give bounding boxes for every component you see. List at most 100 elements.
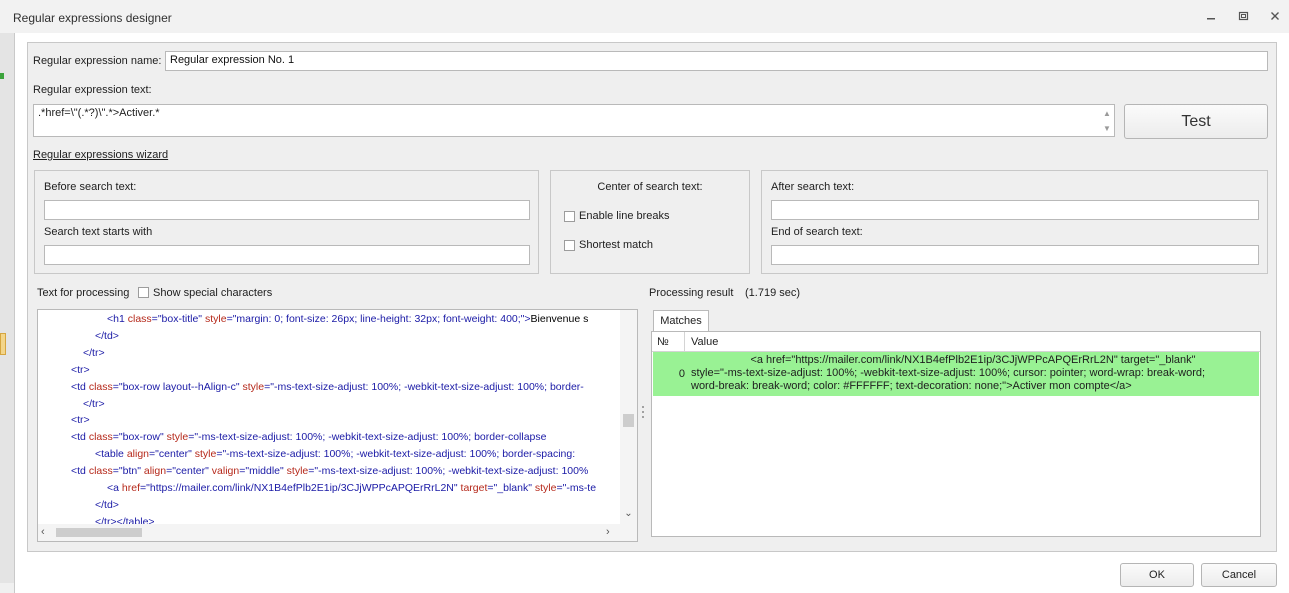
minimize-icon[interactable] — [1200, 8, 1222, 26]
code-token: </tr> — [83, 397, 105, 410]
starts-with-label: Search text starts with — [44, 226, 153, 238]
code-token: "box-title" — [157, 313, 203, 325]
code-token: Bienvenue s — [530, 313, 589, 325]
column-no-header[interactable]: № — [657, 336, 669, 348]
code-token: "-ms-text-size-adjust: 100%; -webkit-tex… — [314, 465, 589, 478]
table-row[interactable]: 0 <a href="https://mailer.com/link/NX1B4… — [653, 352, 1259, 396]
code-token: class — [88, 431, 113, 444]
processing-result-label: Processing result — [649, 287, 734, 299]
code-token: "-ms-text-size-adjust: 100%; -webkit-tex… — [222, 448, 576, 461]
matches-grid: № Value 0 <a href="https://mailer.com/li… — [651, 331, 1261, 537]
code-token: valign — [211, 465, 240, 478]
code-token: style — [242, 380, 265, 393]
code-line: </td> — [95, 330, 119, 342]
code-token: <tr> — [71, 363, 90, 376]
code-line: <tr> — [71, 414, 90, 426]
close-icon[interactable] — [1264, 8, 1286, 26]
maximize-icon[interactable] — [1232, 8, 1254, 26]
code-token: style — [194, 448, 217, 461]
code-token: </tr></table> — [95, 515, 155, 524]
after-search-input[interactable] — [771, 200, 1259, 220]
code-token: <tr> — [71, 414, 90, 427]
code-token: style — [286, 465, 309, 478]
column-value-header[interactable]: Value — [691, 336, 718, 348]
code-line: <a href="https://mailer.com/link/NX1B4ef… — [107, 482, 596, 494]
code-line: </tr> — [83, 398, 105, 410]
scroll-right-icon[interactable]: › — [606, 526, 616, 538]
match-value-line: word-break: break-word; color: #FFFFFF; … — [691, 380, 1132, 392]
shortest-match-checkbox[interactable] — [564, 240, 575, 251]
code-line: </td> — [95, 499, 119, 511]
code-token: "center" — [172, 465, 209, 478]
code-token: "margin: 0; font-size: 26px; line-height… — [232, 313, 525, 325]
grid-header: № Value — [652, 332, 1260, 352]
window-title: Regular expressions designer — [13, 11, 172, 25]
starts-with-input[interactable] — [44, 245, 530, 265]
match-value-line: style="-ms-text-size-adjust: 100%; -webk… — [691, 367, 1206, 379]
tab-matches[interactable]: Matches — [653, 310, 709, 332]
center-search-label: Center of search text: — [597, 181, 703, 193]
test-button[interactable]: Test — [1124, 104, 1268, 139]
cancel-button[interactable]: Cancel — [1201, 563, 1277, 587]
code-line: <tr> — [71, 364, 90, 376]
before-search-input[interactable] — [44, 200, 530, 220]
code-token: <a — [107, 482, 122, 494]
regex-name-input[interactable]: Regular expression No. 1 — [165, 51, 1268, 71]
ok-button[interactable]: OK — [1120, 563, 1194, 587]
code-token: <td — [71, 431, 89, 444]
code-line: <td class="box-row layout--hAlign-c" sty… — [71, 381, 584, 393]
code-token: target — [460, 482, 488, 494]
scroll-up-icon[interactable]: ▲ — [1100, 106, 1114, 121]
code-token: style — [166, 431, 189, 444]
match-number: 0 — [678, 368, 685, 380]
code-token: </td> — [95, 329, 119, 342]
code-line: </tr></table> — [95, 516, 155, 524]
code-line: </tr> — [83, 347, 105, 359]
code-token: class — [88, 465, 113, 478]
code-line: <table align="center" style="-ms-text-si… — [95, 448, 575, 460]
before-group: Before search text: Search text starts w… — [34, 170, 539, 274]
special-chars-checkbox[interactable] — [138, 287, 149, 298]
code-token: <td — [71, 380, 89, 393]
background-indicator — [0, 73, 4, 79]
code-token: align — [143, 465, 167, 478]
background-indicator — [0, 333, 6, 355]
code-token: "middle" — [245, 465, 284, 478]
code-token: "_blank" — [493, 482, 532, 494]
vertical-scroll-thumb[interactable] — [623, 414, 634, 427]
code-token: "center" — [155, 448, 192, 461]
processing-text-label: Text for processing — [37, 287, 130, 299]
code-token: class — [127, 313, 152, 325]
before-search-label: Before search text: — [44, 181, 137, 193]
regex-text-input[interactable]: .*href=\"(.*?)\".*>Activer.* ▲ ▼ — [33, 104, 1115, 137]
horizontal-scrollbar[interactable]: ‹ › — [38, 524, 637, 541]
regex-wizard-link[interactable]: Regular expressions wizard — [33, 149, 168, 161]
code-token: </tr> — [83, 346, 105, 359]
scroll-down-icon[interactable]: ▼ — [1100, 121, 1114, 136]
match-value-line: <a href="https://mailer.com/link/NX1B4ef… — [750, 354, 1196, 366]
code-token: "box-row" — [118, 431, 164, 444]
name-label: Regular expression name: — [33, 55, 162, 67]
scroll-left-icon[interactable]: ‹ — [41, 526, 51, 538]
code-token: "box-row layout--hAlign-c" — [118, 380, 240, 393]
center-group: Center of search text: Enable line break… — [550, 170, 750, 274]
end-search-label: End of search text: — [771, 226, 863, 238]
code-token: class — [88, 380, 113, 393]
special-chars-label: Show special characters — [153, 287, 273, 299]
shortest-match-label: Shortest match — [579, 239, 653, 251]
end-search-input[interactable] — [771, 245, 1259, 265]
line-breaks-checkbox[interactable] — [564, 211, 575, 222]
code-token: align — [126, 448, 150, 461]
horizontal-scroll-thumb[interactable] — [56, 528, 142, 537]
code-token: href — [121, 482, 140, 494]
vertical-scrollbar[interactable]: ⌄ — [620, 310, 637, 524]
scroll-down-icon[interactable]: ⌄ — [623, 508, 634, 520]
code-token: <td — [71, 465, 89, 478]
code-token: "https://mailer.com/link/NX1B4efPlb2E1ip… — [146, 482, 458, 494]
code-token: <h1 — [107, 313, 128, 325]
background-window-edge — [0, 33, 14, 583]
panel-splitter[interactable] — [641, 405, 645, 419]
processing-text-editor[interactable]: <h1 class="box-title" style="margin: 0; … — [37, 309, 638, 542]
code-token: "btn" — [118, 465, 141, 478]
code-token: "-ms-text-size-adjust: 100%; -webkit-tex… — [194, 431, 547, 444]
